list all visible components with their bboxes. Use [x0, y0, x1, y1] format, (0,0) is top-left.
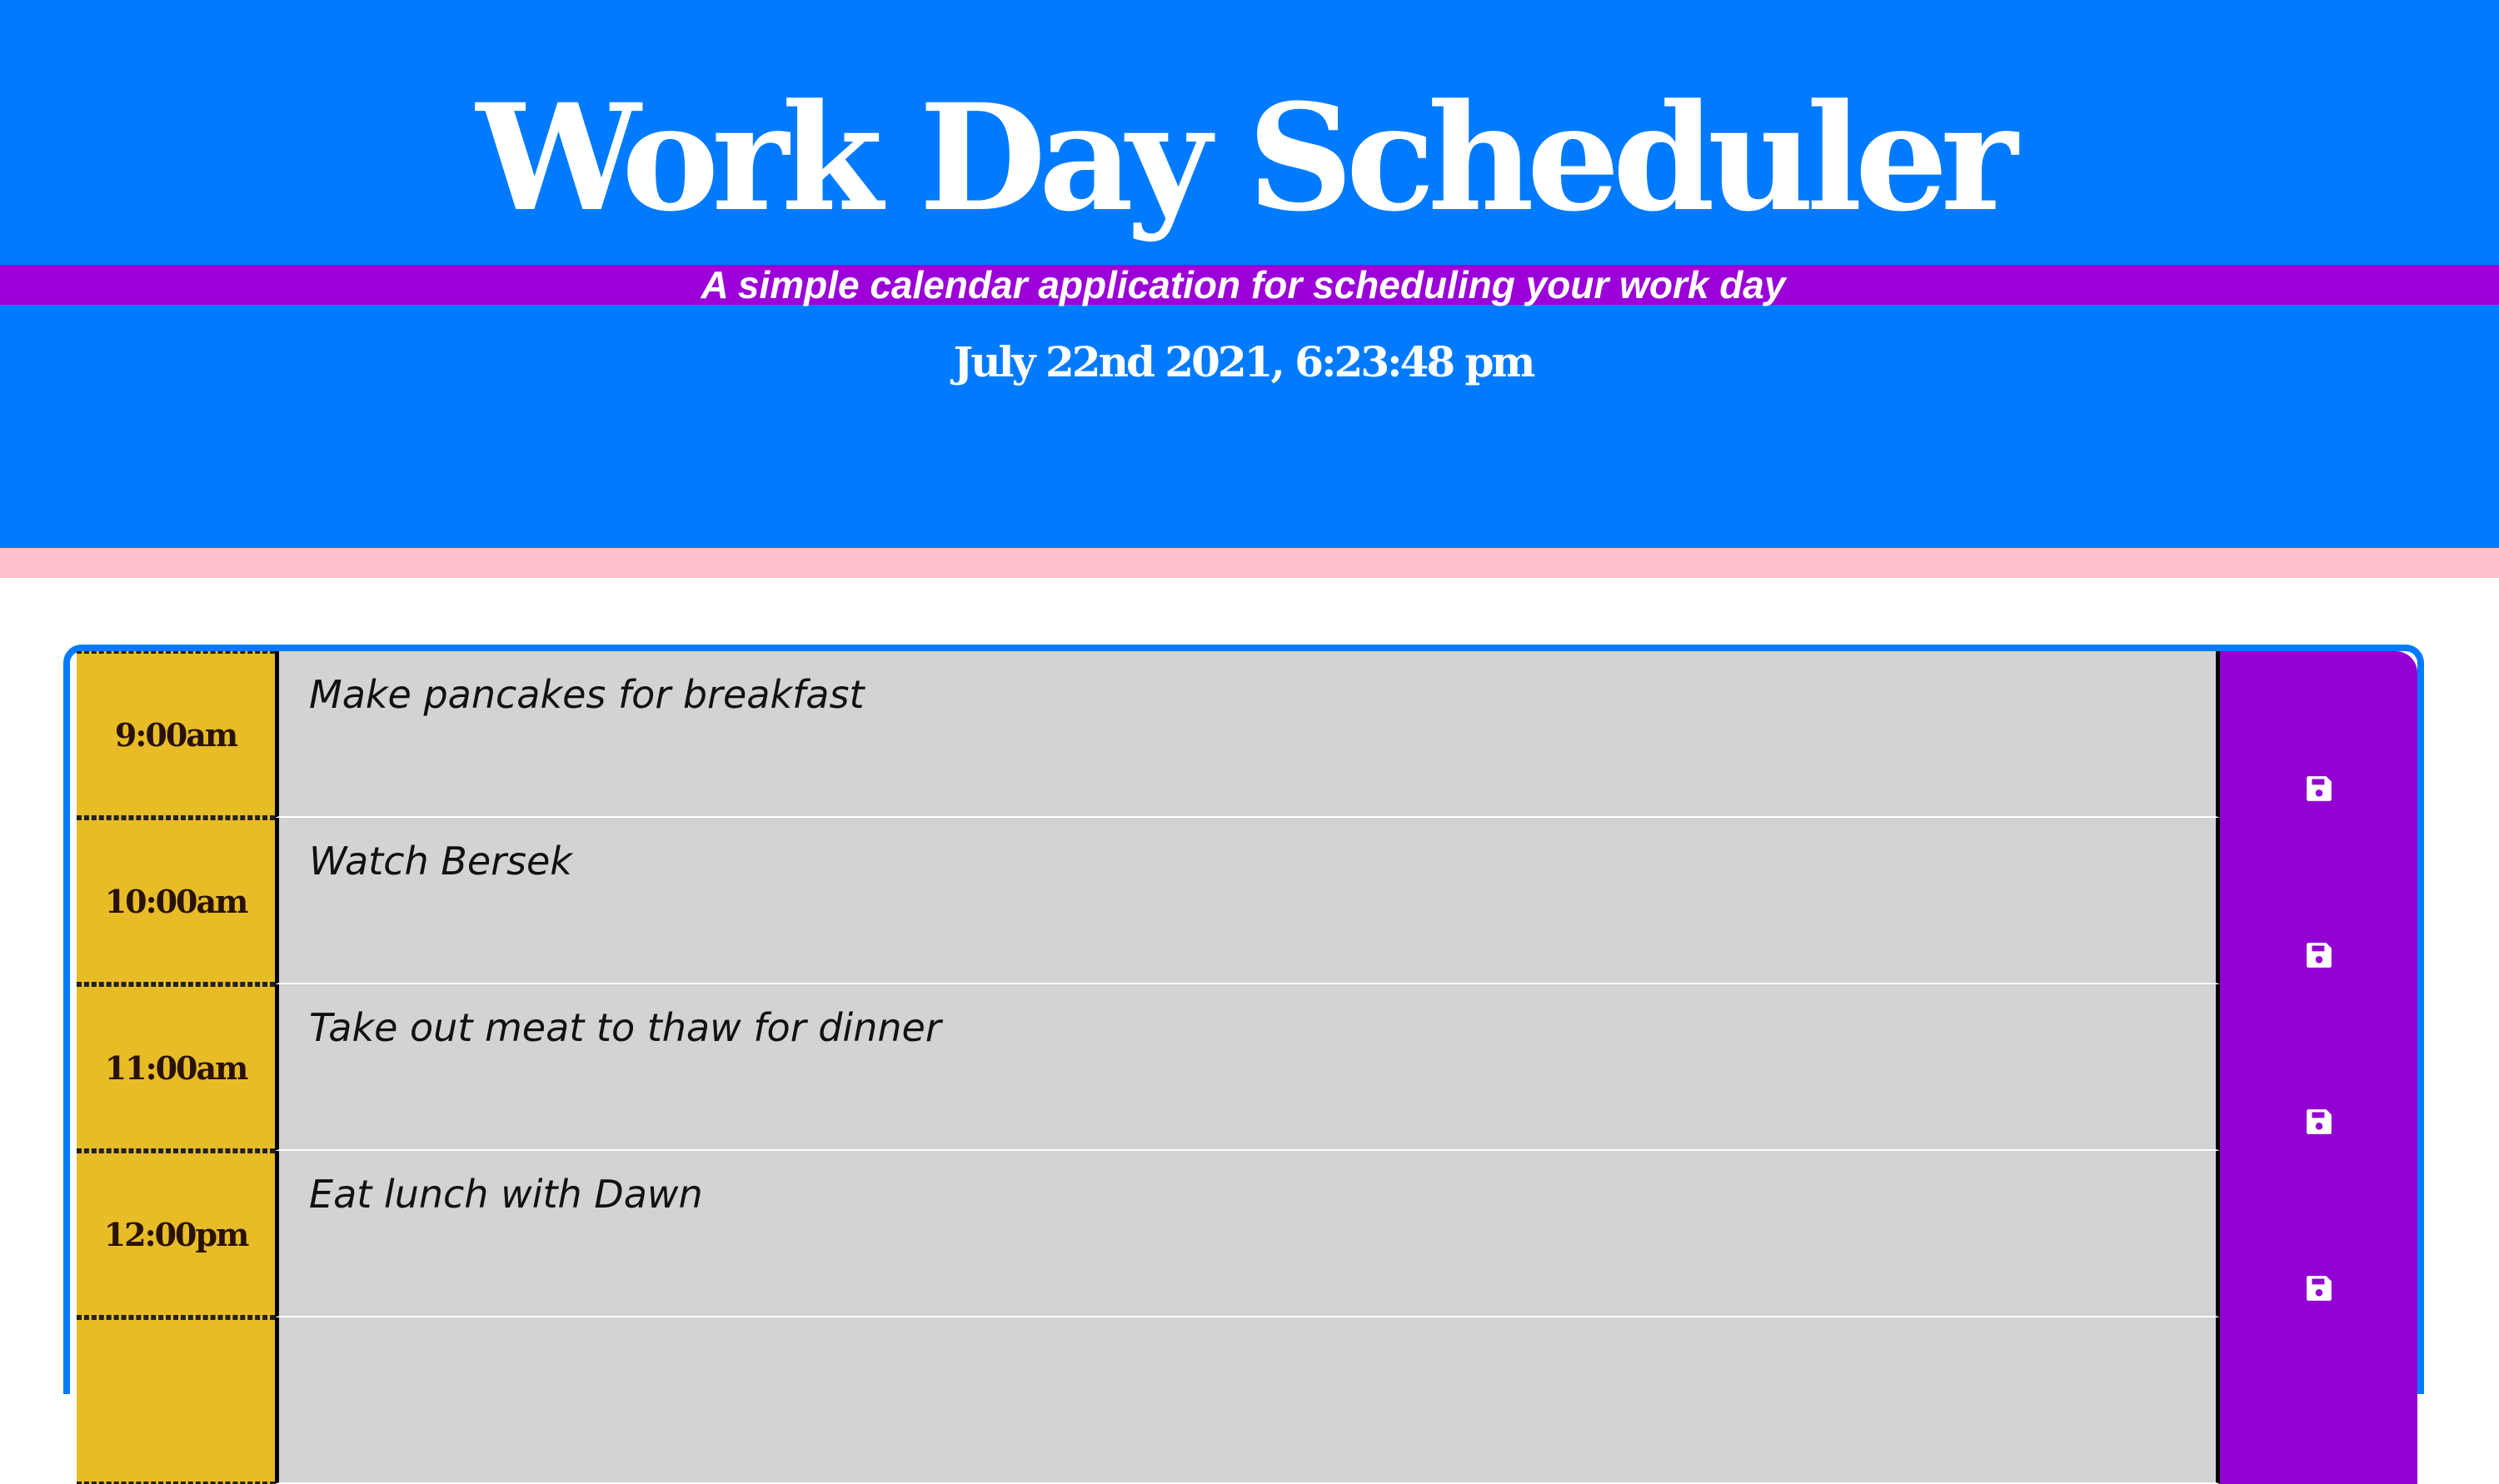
save-button[interactable]: [2220, 651, 2417, 818]
description-textarea[interactable]: Eat lunch with Dawn: [275, 1151, 2220, 1317]
description-textarea[interactable]: Watch Bersek: [275, 818, 2220, 984]
time-block-12pm: 12:00pm Eat lunch with Dawn: [77, 1151, 2417, 1317]
description-textarea[interactable]: Take out meat to thaw for dinner: [275, 984, 2220, 1151]
save-icon: [2305, 1108, 2333, 1136]
lead-text: A simple calendar application for schedu…: [701, 263, 1786, 306]
save-button[interactable]: [2220, 1151, 2417, 1317]
save-icon: [2305, 941, 2333, 969]
page-title: Work Day Scheduler: [476, 72, 2018, 244]
time-block-10am: 10:00am Watch Bersek: [77, 818, 2417, 984]
save-button[interactable]: [2220, 984, 2417, 1151]
save-icon: [2305, 774, 2333, 803]
header: Work Day Scheduler A simple calendar app…: [0, 0, 2499, 548]
schedule-container: 9:00am Make pancakes for breakfast 10:00…: [63, 645, 2424, 1484]
hour-label: [77, 1317, 275, 1484]
description-textarea[interactable]: Make pancakes for breakfast: [275, 651, 2220, 818]
save-icon: [2305, 1274, 2333, 1302]
description-textarea[interactable]: [275, 1317, 2220, 1484]
save-button[interactable]: [2220, 1317, 2417, 1484]
current-day: July 22nd 2021, 6:23:48 pm: [953, 337, 1536, 386]
time-block-1pm: [77, 1317, 2417, 1484]
hour-label: 11:00am: [77, 984, 275, 1151]
save-button[interactable]: [2220, 818, 2417, 984]
hour-label: 10:00am: [77, 818, 275, 984]
time-block-11am: 11:00am Take out meat to thaw for dinner: [77, 984, 2417, 1151]
hour-label: 12:00pm: [77, 1151, 275, 1317]
time-block-9am: 9:00am Make pancakes for breakfast: [77, 651, 2417, 818]
hour-label: 9:00am: [77, 651, 275, 818]
header-divider: [0, 548, 2499, 578]
